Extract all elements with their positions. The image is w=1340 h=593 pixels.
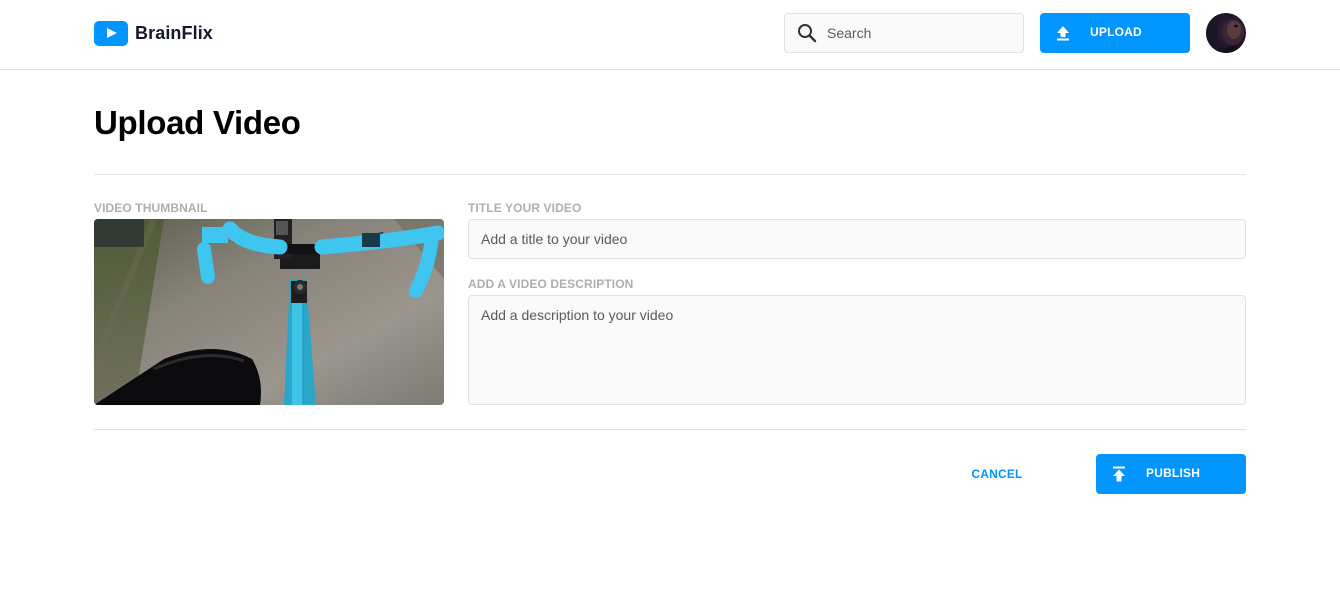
upload-icon: [1056, 25, 1070, 41]
search-icon: [797, 23, 817, 43]
brand-name: BrainFlix: [135, 22, 213, 43]
publish-button-label: PUBLISH: [1146, 466, 1201, 480]
publish-icon: [1112, 466, 1126, 482]
play-logo-icon: [94, 20, 128, 46]
search-input[interactable]: [827, 25, 1007, 41]
page-title: Upload Video: [94, 104, 301, 141]
cancel-button[interactable]: CANCEL: [950, 454, 1044, 494]
search-bar[interactable]: [784, 13, 1024, 53]
thumbnail-label: VIDEO THUMBNAIL: [94, 201, 208, 215]
upload-button[interactable]: UPLOAD: [1040, 13, 1190, 53]
upload-button-label: UPLOAD: [1090, 25, 1142, 39]
video-title-input[interactable]: [468, 219, 1246, 259]
description-field-label: ADD A VIDEO DESCRIPTION: [468, 277, 634, 291]
video-thumbnail: [94, 219, 444, 405]
avatar[interactable]: [1206, 13, 1246, 53]
brainflix-logo[interactable]: BrainFlix: [94, 20, 213, 46]
video-description-input[interactable]: [468, 295, 1246, 405]
top-navigation: BrainFlix UPLOAD: [0, 0, 1340, 70]
title-field-label: TITLE YOUR VIDEO: [468, 201, 582, 215]
actions-divider: [94, 429, 1246, 430]
publish-button[interactable]: PUBLISH: [1096, 454, 1246, 494]
section-divider: [94, 174, 1246, 175]
